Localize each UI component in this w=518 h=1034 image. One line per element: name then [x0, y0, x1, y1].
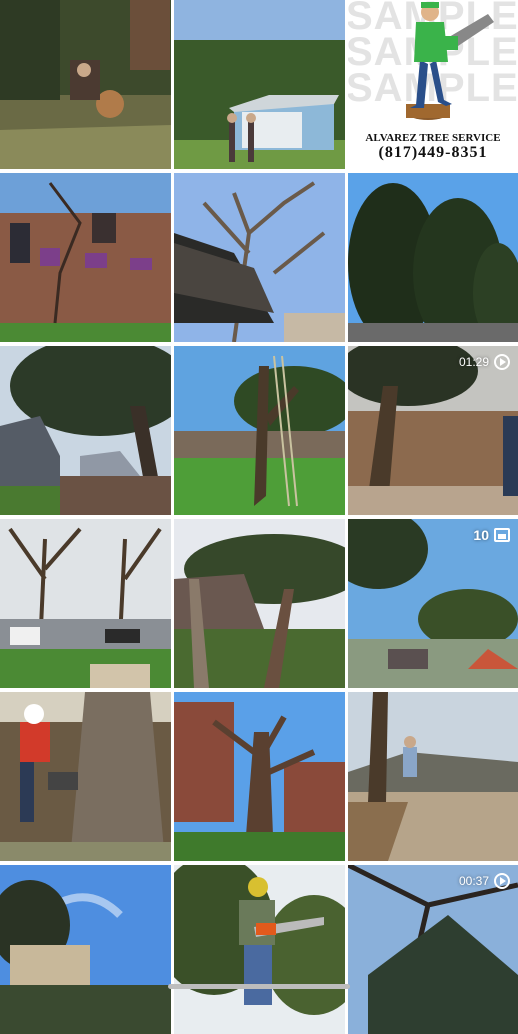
carousel-tile-yard[interactable]: 10 [348, 519, 518, 688]
video-tile-fence[interactable]: 01:29 [348, 346, 518, 515]
carousel-indicator: 10 [473, 527, 510, 543]
gallery-stack-icon [494, 528, 510, 542]
photo-tile-stump[interactable] [0, 0, 171, 169]
video-indicator: 01:29 [459, 354, 510, 370]
video-duration: 00:37 [458, 874, 489, 888]
photo-tile-chainsaw-trunk[interactable] [0, 692, 171, 861]
photo-tile-cut-tree[interactable] [174, 692, 345, 861]
play-circle-icon [494, 354, 510, 370]
photo-tile-ladder-tree[interactable] [174, 346, 345, 515]
photo-tile-yard-debris[interactable] [174, 519, 345, 688]
video-tile-roof[interactable]: 00:37 [348, 865, 518, 1034]
company-name: ALVAREZ TREE SERVICE [365, 132, 501, 144]
carousel-count: 10 [473, 527, 489, 543]
photo-tile-street[interactable] [0, 519, 171, 688]
play-circle-icon [494, 873, 510, 889]
home-indicator[interactable] [168, 984, 350, 989]
video-duration: 01:29 [458, 355, 489, 369]
photo-tile-stump-dig[interactable] [348, 692, 518, 861]
photo-tile-magnolia[interactable] [348, 173, 518, 342]
company-logo-tile[interactable]: SAMPLE SAMPLE SAMPLE ALVAREZ TREE SERVIC… [348, 0, 518, 169]
photo-tile-oak-fence[interactable] [0, 346, 171, 515]
lumberjack-mascot-icon [406, 2, 494, 120]
photo-tile-brick-house[interactable] [0, 173, 171, 342]
photo-tile-shed[interactable] [174, 0, 345, 169]
photo-tile-bare-tree[interactable] [174, 173, 345, 342]
video-indicator: 00:37 [459, 873, 510, 889]
company-phone: (817)449-8351 [378, 144, 488, 161]
photo-tile-sky-house[interactable] [0, 865, 171, 1034]
photo-grid: SAMPLE SAMPLE SAMPLE ALVAREZ TREE SERVIC… [0, 0, 518, 1034]
photo-tile-worker-chainsaw[interactable] [174, 865, 345, 1034]
logo-background: SAMPLE SAMPLE SAMPLE ALVAREZ TREE SERVIC… [348, 0, 518, 169]
